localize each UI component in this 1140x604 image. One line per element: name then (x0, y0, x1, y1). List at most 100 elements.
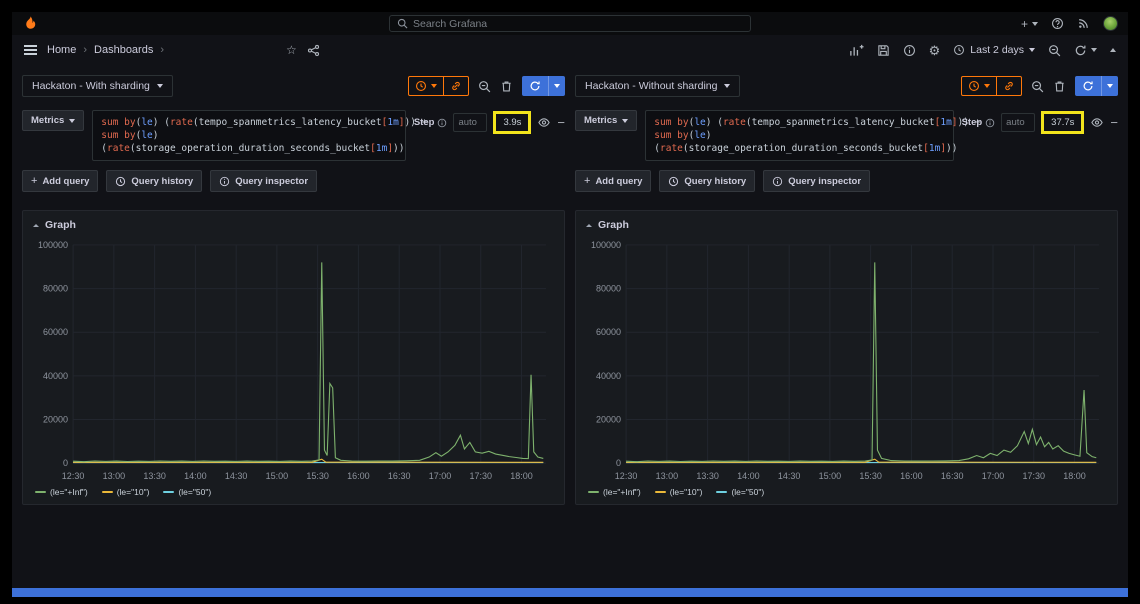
time-series-chart[interactable]: 02000040000600008000010000012:3013:0013:… (31, 237, 556, 485)
dashboard-info-icon[interactable] (903, 44, 916, 57)
info-icon (985, 118, 995, 128)
graph-panel: Graph 02000040000600008000010000012:3013… (22, 210, 565, 505)
app-frame: + Home › Dashboards › (12, 12, 1128, 597)
metrics-dropdown[interactable]: Metrics (575, 110, 637, 131)
user-avatar[interactable] (1103, 16, 1118, 31)
run-query-button[interactable] (1075, 76, 1101, 96)
search-input[interactable] (413, 18, 743, 30)
pane-title: Hackaton - Without sharding (585, 80, 717, 92)
query-editor[interactable]: sum by(le) (rate(tempo_spanmetrics_laten… (645, 110, 953, 161)
pane-title: Hackaton - With sharding (32, 80, 150, 92)
help-icon[interactable] (1051, 17, 1064, 30)
svg-text:15:00: 15:00 (266, 471, 289, 481)
refresh-interval-caret[interactable] (1091, 48, 1097, 52)
chevron-down-icon (69, 119, 75, 123)
refresh-icon[interactable] (1074, 44, 1087, 57)
breadcrumb-separator: › (160, 44, 164, 56)
breadcrumb-home[interactable]: Home (47, 44, 76, 56)
svg-text:13:30: 13:30 (696, 471, 719, 481)
link-times-button[interactable] (996, 77, 1021, 95)
svg-text:13:30: 13:30 (143, 471, 166, 481)
svg-text:18:00: 18:00 (510, 471, 533, 481)
svg-text:80000: 80000 (596, 284, 621, 294)
query-history-button[interactable]: Query history (659, 170, 755, 192)
graph-collapse-header[interactable]: Graph (584, 217, 1109, 237)
link-times-button[interactable] (443, 77, 468, 95)
legend-series-label: (le="10") (117, 487, 150, 497)
remove-query-icon[interactable]: − (557, 115, 565, 130)
svg-text:17:00: 17:00 (429, 471, 452, 481)
close-pane-trash-icon[interactable] (500, 80, 513, 93)
news-icon[interactable] (1077, 17, 1090, 30)
zoom-out-icon[interactable] (1031, 80, 1044, 93)
query-editor[interactable]: sum by(le) (rate(tempo_spanmetrics_laten… (92, 110, 406, 161)
grafana-logo-icon[interactable] (22, 15, 39, 32)
step-interval-value-highlighted: 3.9s (493, 111, 531, 134)
bottom-accent-bar (12, 588, 1128, 597)
query-inspector-button[interactable]: Query inspector (763, 170, 870, 192)
svg-text:40000: 40000 (596, 371, 621, 381)
step-input[interactable] (1001, 113, 1035, 132)
svg-text:14:00: 14:00 (737, 471, 760, 481)
favorite-star-icon[interactable]: ☆ (286, 43, 297, 57)
top-bar: + (12, 12, 1128, 35)
query-inspector-button[interactable]: Query inspector (210, 170, 317, 192)
explore-split-view: Hackaton - With sharding (12, 65, 1128, 588)
remove-query-icon[interactable]: − (1110, 115, 1118, 130)
run-interval-caret[interactable] (1101, 76, 1118, 96)
step-label: Step (414, 117, 448, 128)
legend-series-label: (le="+Inf") (50, 487, 88, 497)
time-range-picker[interactable]: Last 2 days (953, 44, 1035, 56)
chevron-down-icon (1029, 48, 1035, 52)
share-icon[interactable] (307, 44, 320, 57)
time-series-chart[interactable]: 02000040000600008000010000012:3013:0013:… (584, 237, 1109, 485)
run-query-button[interactable] (522, 76, 548, 96)
svg-text:17:30: 17:30 (469, 471, 492, 481)
toggle-query-visibility-eye-icon[interactable] (537, 116, 551, 129)
legend-item[interactable]: (le="50") (716, 487, 764, 497)
legend-series-color (35, 491, 46, 493)
zoom-out-icon[interactable] (478, 80, 491, 93)
chevron-down-icon (622, 119, 628, 123)
plus-icon: + (584, 175, 590, 187)
close-pane-trash-icon[interactable] (1053, 80, 1066, 93)
datasource-title-dropdown[interactable]: Hackaton - Without sharding (575, 75, 740, 97)
legend-item[interactable]: (le="10") (655, 487, 703, 497)
run-query-group (522, 76, 565, 96)
add-panel-icon[interactable] (849, 43, 864, 57)
explore-pane-without-sharding: Hackaton - Without sharding (575, 75, 1118, 505)
chevron-down-icon (431, 84, 437, 88)
datasource-title-dropdown[interactable]: Hackaton - With sharding (22, 75, 173, 97)
svg-text:20000: 20000 (596, 415, 621, 425)
metrics-dropdown[interactable]: Metrics (22, 110, 84, 131)
breadcrumb-dashboards[interactable]: Dashboards (94, 44, 153, 56)
legend-series-color (716, 491, 727, 493)
add-query-button[interactable]: + Add query (22, 170, 98, 192)
legend-item[interactable]: (le="10") (102, 487, 150, 497)
save-dashboard-icon[interactable] (877, 44, 890, 57)
search-box[interactable] (389, 15, 751, 32)
zoom-out-icon[interactable] (1048, 44, 1061, 57)
collapse-toolbar-icon[interactable] (1110, 48, 1116, 52)
settings-gear-icon[interactable]: ⚙ (929, 44, 941, 57)
legend-item[interactable]: (le="50") (163, 487, 211, 497)
legend-series-color (102, 491, 113, 493)
legend-item[interactable]: (le="+Inf") (35, 487, 88, 497)
query-history-button[interactable]: Query history (106, 170, 202, 192)
step-input[interactable] (453, 113, 487, 132)
legend-item[interactable]: (le="+Inf") (588, 487, 641, 497)
sync-time-button[interactable] (962, 77, 996, 95)
legend-series-color (163, 491, 174, 493)
legend-series-label: (le="50") (178, 487, 211, 497)
new-menu-button[interactable]: + (1021, 17, 1038, 31)
info-icon (772, 176, 783, 187)
chevron-up-icon (586, 224, 592, 227)
svg-text:15:00: 15:00 (819, 471, 842, 481)
run-interval-caret[interactable] (548, 76, 565, 96)
toggle-query-visibility-eye-icon[interactable] (1090, 116, 1104, 129)
graph-collapse-header[interactable]: Graph (31, 217, 556, 237)
menu-toggle-icon[interactable] (24, 45, 37, 55)
sync-time-button[interactable] (409, 77, 443, 95)
add-query-button[interactable]: + Add query (575, 170, 651, 192)
chevron-down-icon (984, 84, 990, 88)
